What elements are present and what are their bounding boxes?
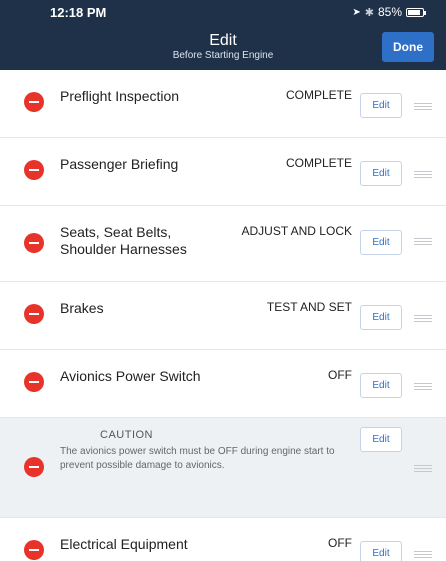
item-action: ADJUST AND LOCK bbox=[241, 224, 352, 238]
done-button[interactable]: Done bbox=[382, 32, 434, 62]
reorder-handle-icon[interactable] bbox=[414, 551, 432, 558]
checklist-items: Preflight Inspection COMPLETE Edit Passe… bbox=[0, 70, 446, 561]
battery-icon bbox=[406, 7, 426, 17]
edit-button[interactable]: Edit bbox=[360, 161, 402, 186]
list-item: Brakes TEST AND SET Edit bbox=[0, 282, 446, 350]
caution-text: The avionics power switch must be OFF du… bbox=[60, 446, 335, 471]
item-label-line1: Seats, Seat Belts, bbox=[60, 224, 172, 240]
reorder-handle-icon[interactable] bbox=[414, 383, 432, 390]
delete-minus-icon[interactable] bbox=[24, 540, 44, 560]
page-subtitle: Before Starting Engine bbox=[172, 50, 274, 61]
item-action: COMPLETE bbox=[285, 88, 352, 102]
reorder-handle-icon[interactable] bbox=[414, 238, 432, 245]
status-time: 12:18 PM bbox=[50, 5, 107, 20]
list-item: Passenger Briefing COMPLETE Edit bbox=[0, 138, 446, 206]
item-label: Avionics Power Switch bbox=[60, 368, 201, 384]
reorder-handle-icon[interactable] bbox=[414, 465, 432, 472]
list-item: Electrical Equipment OFF Edit bbox=[0, 518, 446, 561]
list-item: Seats, Seat Belts, Shoulder Harnesses AD… bbox=[0, 206, 446, 282]
item-label-line2: Shoulder Harnesses bbox=[60, 241, 187, 257]
item-action: COMPLETE bbox=[285, 156, 352, 170]
nav-header: 12:18 PM ➤ ✱ 85% Edit Before Starting En… bbox=[0, 0, 446, 70]
bluetooth-icon: ✱ bbox=[364, 6, 374, 19]
battery-level bbox=[408, 9, 420, 15]
list-item: Preflight Inspection COMPLETE Edit bbox=[0, 70, 446, 138]
caution-item: CAUTION The avionics power switch must b… bbox=[0, 418, 446, 518]
edit-button[interactable]: Edit bbox=[360, 541, 402, 561]
item-label: Preflight Inspection bbox=[60, 88, 180, 104]
delete-minus-icon[interactable] bbox=[24, 160, 44, 180]
page-title: Edit bbox=[209, 32, 237, 49]
edit-button[interactable]: Edit bbox=[360, 305, 402, 330]
edit-button[interactable]: Edit bbox=[360, 373, 402, 398]
list-item: Avionics Power Switch OFF Edit bbox=[0, 350, 446, 418]
status-indicators: ➤ ✱ 85% bbox=[352, 5, 426, 19]
edit-button[interactable]: Edit bbox=[360, 230, 402, 255]
delete-minus-icon[interactable] bbox=[24, 304, 44, 324]
item-action: OFF bbox=[328, 536, 352, 550]
delete-minus-icon[interactable] bbox=[24, 372, 44, 392]
delete-minus-icon[interactable] bbox=[24, 457, 44, 477]
location-arrow-icon: ➤ bbox=[352, 6, 361, 18]
item-label: Passenger Briefing bbox=[60, 156, 179, 172]
reorder-handle-icon[interactable] bbox=[414, 171, 432, 178]
item-label: Electrical Equipment bbox=[60, 536, 188, 552]
battery-percent: 85% bbox=[377, 5, 402, 19]
item-label: Brakes bbox=[60, 300, 104, 316]
reorder-handle-icon[interactable] bbox=[414, 103, 432, 110]
item-action: TEST AND SET bbox=[266, 300, 352, 314]
reorder-handle-icon[interactable] bbox=[414, 315, 432, 322]
edit-button[interactable]: Edit bbox=[360, 93, 402, 118]
caution-title: CAUTION bbox=[100, 429, 153, 441]
edit-button[interactable]: Edit bbox=[360, 427, 402, 452]
item-label: Seats, Seat Belts, Shoulder Harnesses bbox=[60, 224, 187, 258]
delete-minus-icon[interactable] bbox=[24, 92, 44, 112]
item-action: OFF bbox=[328, 368, 352, 382]
delete-minus-icon[interactable] bbox=[24, 233, 44, 253]
